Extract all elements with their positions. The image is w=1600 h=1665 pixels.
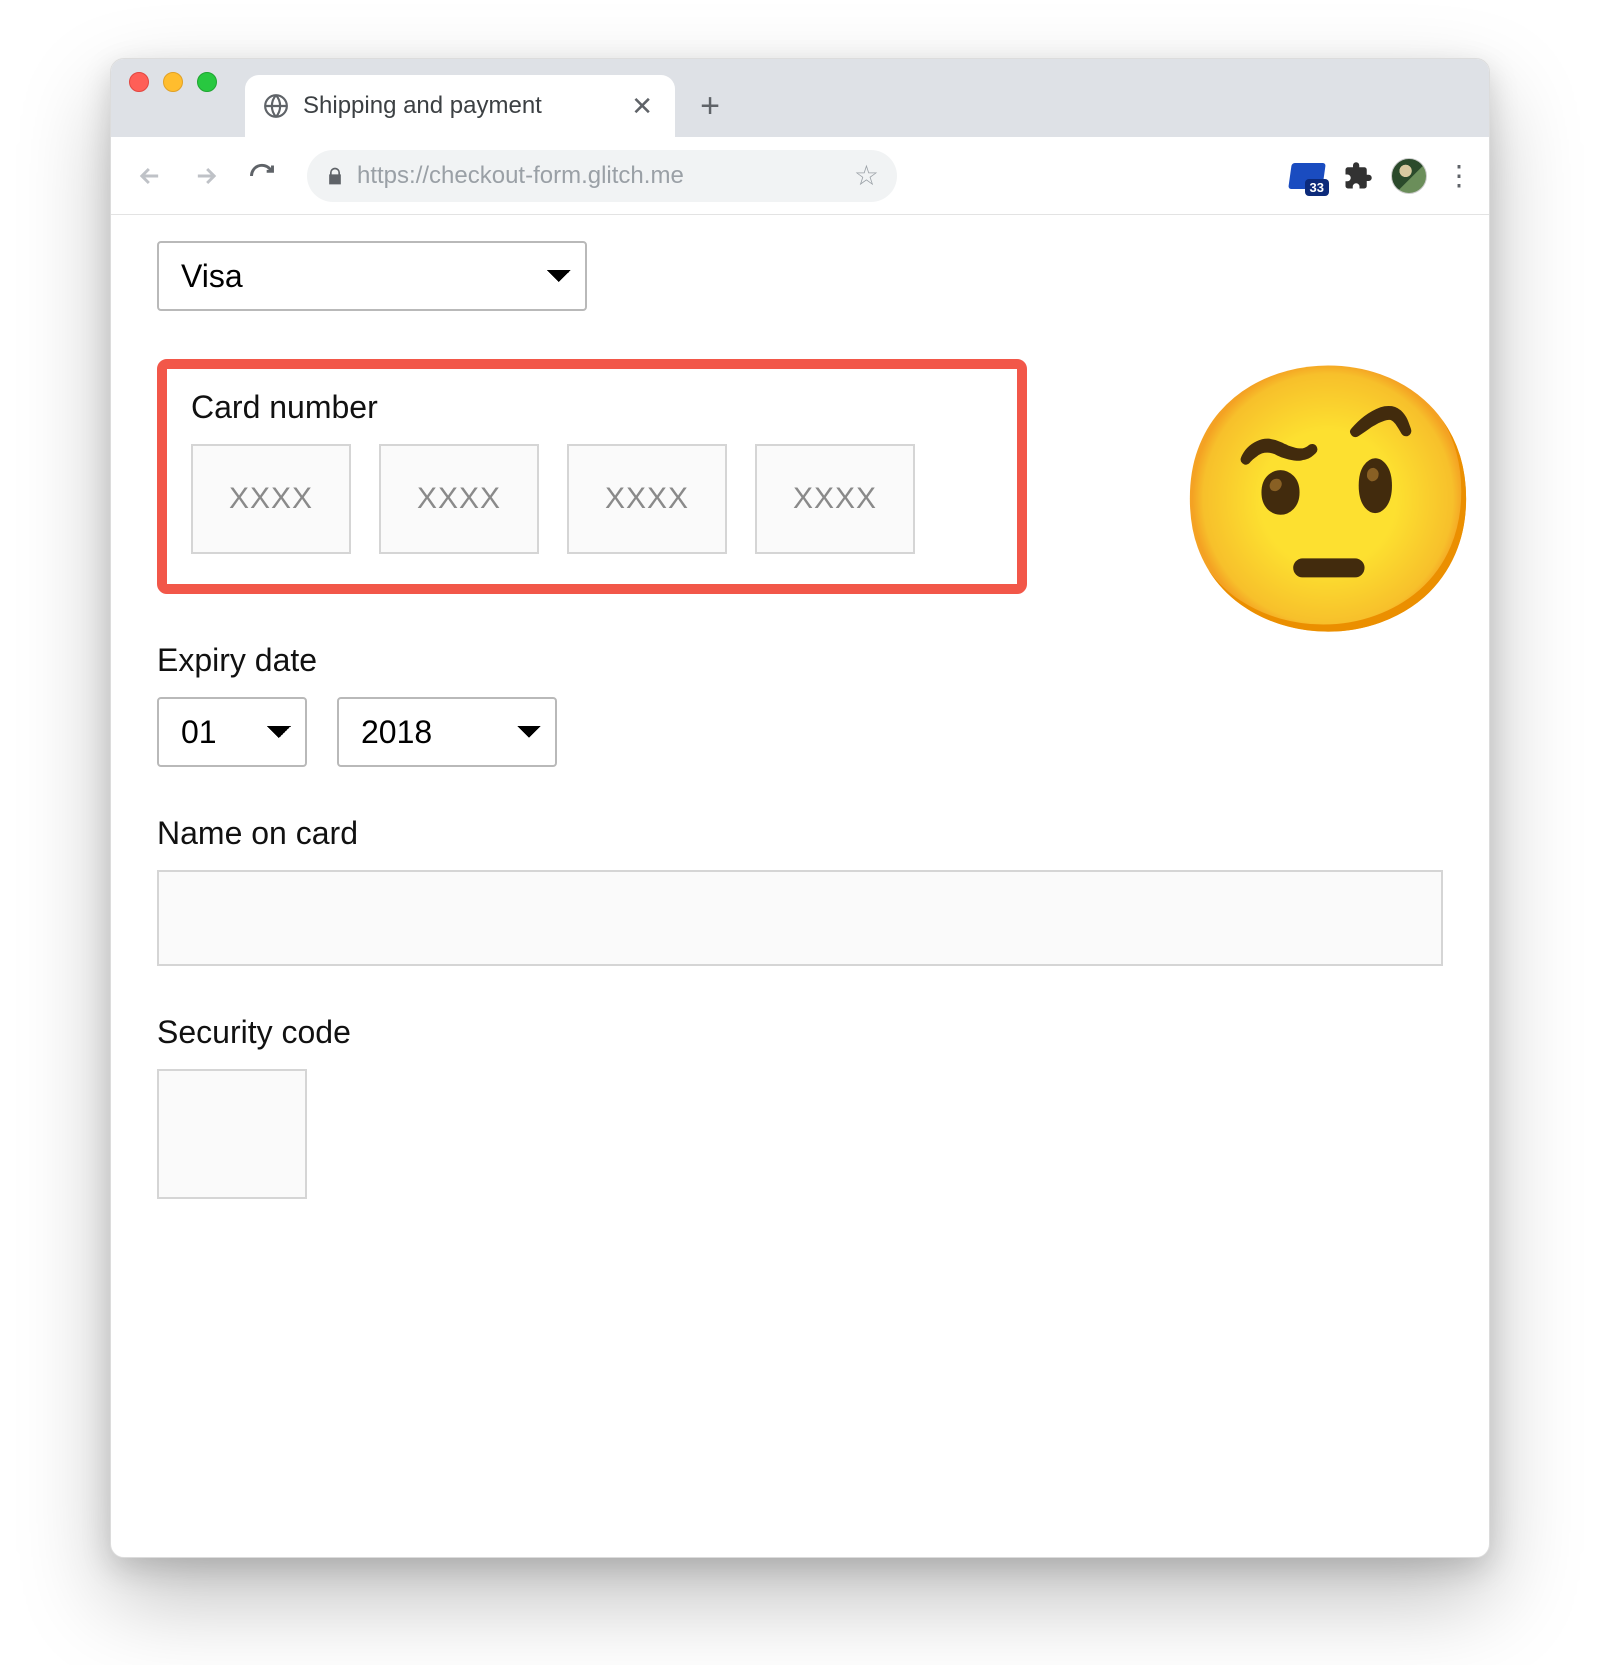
- expiry-label: Expiry date: [157, 642, 1443, 679]
- security-code-label: Security code: [157, 1014, 1443, 1051]
- extension-tab-manager[interactable]: 33: [1289, 158, 1325, 194]
- back-button[interactable]: [129, 155, 171, 197]
- card-type-select[interactable]: Visa: [157, 241, 587, 311]
- expiry-group: Expiry date 01 2018: [157, 642, 1443, 767]
- card-type-group: Visa: [157, 241, 1443, 311]
- minimize-window-button[interactable]: [163, 72, 183, 92]
- arrow-left-icon: [136, 162, 164, 190]
- url-text: https://checkout-form.glitch.me: [357, 162, 684, 190]
- name-on-card-input[interactable]: [157, 870, 1443, 966]
- forward-button[interactable]: [185, 155, 227, 197]
- card-number-inputs: [191, 444, 993, 554]
- card-number-segment-1[interactable]: [191, 444, 351, 554]
- profile-avatar[interactable]: [1391, 158, 1427, 194]
- reload-icon: [248, 162, 276, 190]
- lock-icon: [325, 165, 345, 187]
- annotation-highlight: Card number: [157, 359, 1027, 594]
- card-number-segment-2[interactable]: [379, 444, 539, 554]
- card-number-segment-4[interactable]: [755, 444, 915, 554]
- expiry-year-select[interactable]: 2018: [337, 697, 557, 767]
- fullscreen-window-button[interactable]: [197, 72, 217, 92]
- close-window-button[interactable]: [129, 72, 149, 92]
- card-number-label: Card number: [191, 389, 993, 426]
- security-code-input[interactable]: [157, 1069, 307, 1199]
- expiry-month-select[interactable]: 01: [157, 697, 307, 767]
- close-tab-icon[interactable]: ✕: [627, 89, 657, 123]
- extension-badge: 33: [1305, 179, 1329, 196]
- browser-window: Shipping and payment ✕ + https://checkou…: [110, 58, 1490, 1558]
- card-number-segment-3[interactable]: [567, 444, 727, 554]
- tab-strip: Shipping and payment ✕ +: [111, 59, 1489, 137]
- tab-title: Shipping and payment: [303, 92, 613, 120]
- page-content: Visa Card number 🤨 Expiry date: [111, 215, 1489, 1249]
- window-controls: [129, 59, 217, 137]
- reload-button[interactable]: [241, 155, 283, 197]
- arrow-right-icon: [192, 162, 220, 190]
- globe-icon: [263, 93, 289, 119]
- name-on-card-label: Name on card: [157, 815, 1443, 852]
- card-number-group: Card number 🤨: [157, 359, 1443, 594]
- new-tab-button[interactable]: +: [685, 81, 735, 131]
- browser-tab[interactable]: Shipping and payment ✕: [245, 75, 675, 137]
- security-code-group: Security code: [157, 1014, 1443, 1199]
- name-on-card-group: Name on card: [157, 815, 1443, 966]
- raised-eyebrow-emoji: 🤨: [1167, 371, 1490, 631]
- menu-button[interactable]: ⋮: [1445, 159, 1471, 192]
- bookmark-star-icon[interactable]: ☆: [854, 159, 879, 192]
- address-bar[interactable]: https://checkout-form.glitch.me ☆: [307, 150, 897, 202]
- extensions-icon[interactable]: [1343, 161, 1373, 191]
- browser-toolbar: https://checkout-form.glitch.me ☆ 33 ⋮: [111, 137, 1489, 215]
- toolbar-right: 33 ⋮: [1289, 158, 1471, 194]
